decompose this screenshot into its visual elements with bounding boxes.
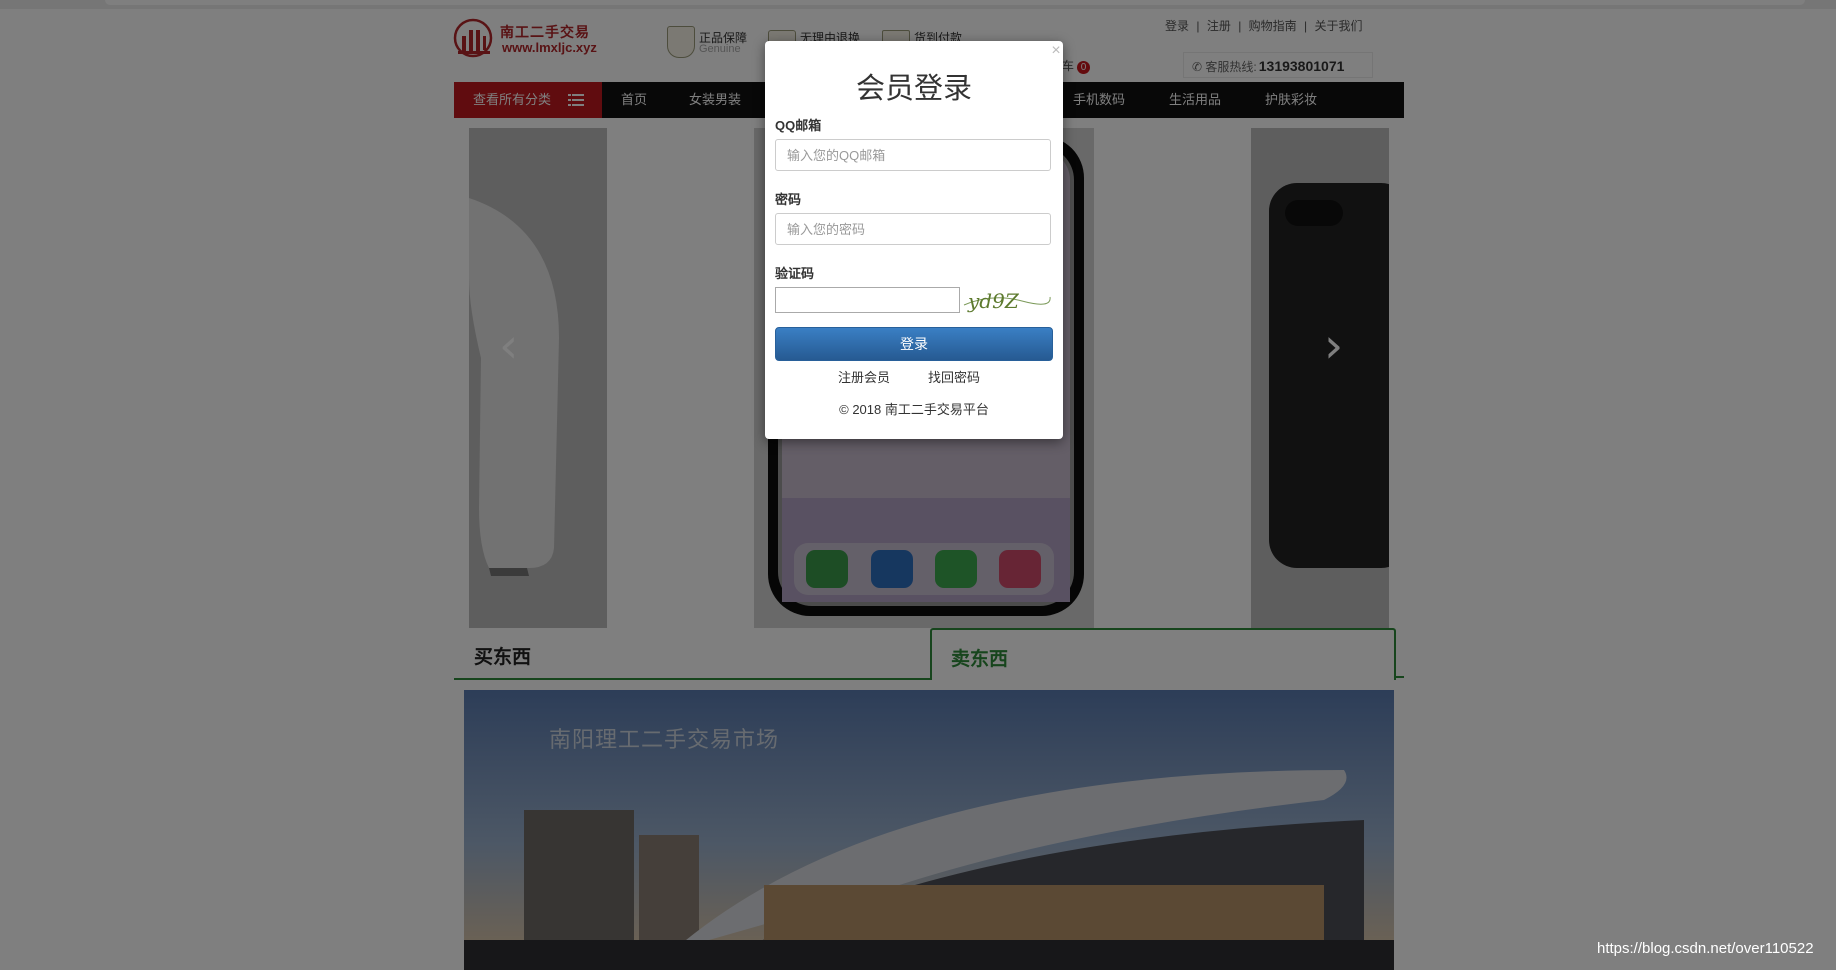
captcha-field[interactable] <box>775 287 960 313</box>
login-button[interactable]: 登录 <box>775 327 1053 361</box>
login-modal: × 会员登录 QQ邮箱 密码 验证码 yd9Z 登录 注册会员 找回密码 © 2… <box>765 41 1063 439</box>
forgot-password-link[interactable]: 找回密码 <box>928 367 980 386</box>
password-label: 密码 <box>775 192 802 207</box>
close-icon[interactable]: × <box>1049 43 1063 59</box>
modal-title: 会员登录 <box>855 73 972 105</box>
modal-copyright: © 2018 南工二手交易平台 <box>839 402 989 417</box>
captcha-text: yd9Z <box>967 289 1020 313</box>
watermark-url: https://blog.csdn.net/over110522 <box>1597 940 1814 957</box>
register-member-link[interactable]: 注册会员 <box>838 367 890 386</box>
email-label: QQ邮箱 <box>775 118 822 133</box>
email-field[interactable] <box>775 139 1051 171</box>
captcha-image[interactable]: yd9Z <box>962 285 1052 315</box>
captcha-label: 验证码 <box>775 266 815 281</box>
password-field[interactable] <box>775 213 1051 245</box>
